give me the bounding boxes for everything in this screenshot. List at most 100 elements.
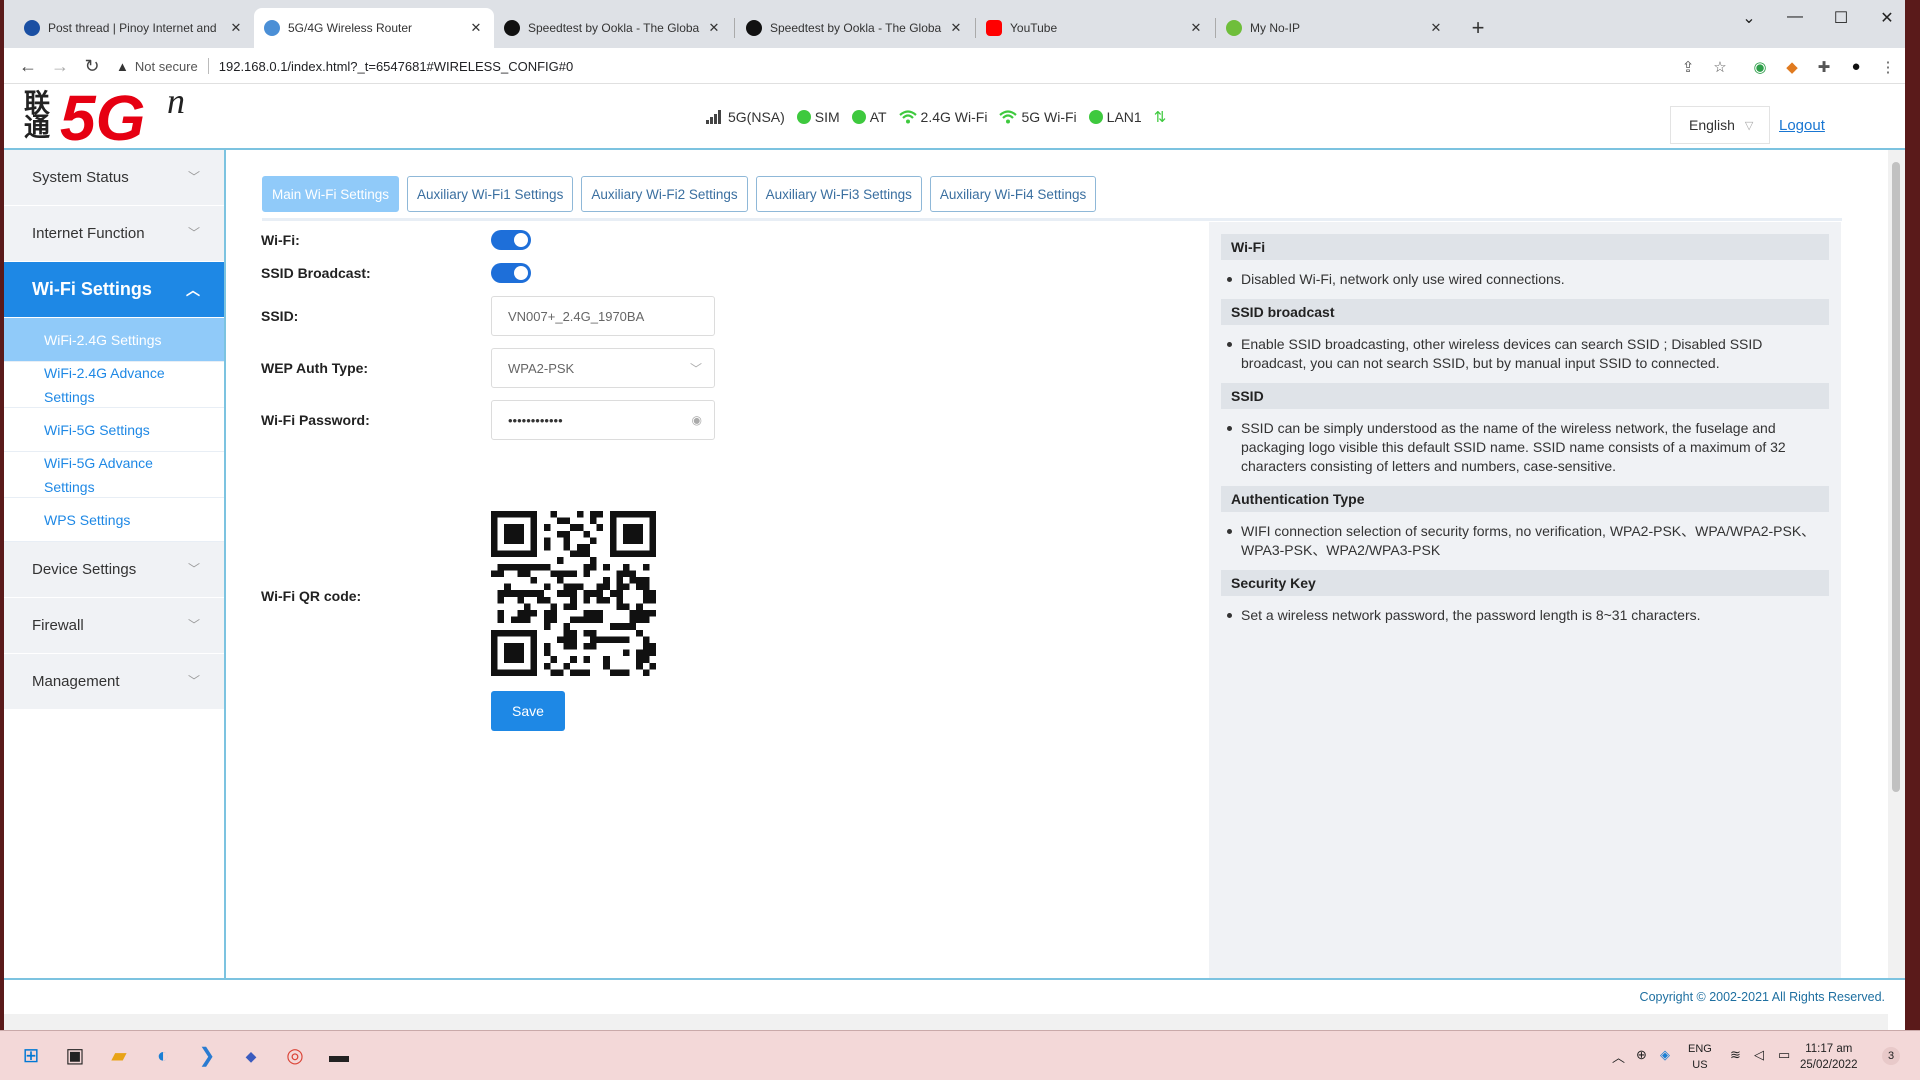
tab-search-icon[interactable]: ⌄ — [1734, 8, 1764, 28]
close-icon[interactable]: ✕ — [1428, 20, 1444, 36]
save-button[interactable]: Save — [491, 691, 565, 731]
new-tab-button[interactable]: + — [1464, 14, 1492, 42]
extensions-puzzle-icon[interactable]: ✚ — [1814, 58, 1834, 76]
wifi-qr-code — [491, 511, 656, 676]
sidebar-group-management[interactable]: Management ﹀ — [4, 654, 224, 710]
browser-tab-6[interactable]: My No-IP ✕ — [1216, 8, 1454, 48]
edge-icon[interactable]: ◐ — [148, 1041, 178, 1071]
wifi-tabs: Main Wi-Fi Settings Auxiliary Wi-Fi1 Set… — [262, 176, 1104, 212]
minimize-button[interactable]: — — [1780, 8, 1810, 26]
back-icon[interactable]: ← — [16, 54, 40, 78]
tab-favicon — [24, 20, 40, 36]
vertical-scrollbar[interactable] — [1888, 150, 1905, 978]
sidebar-item-wifi24-advance[interactable]: WiFi-2.4G Advance Settings — [4, 362, 224, 408]
browser-tab-5[interactable]: YouTube ✕ — [976, 8, 1214, 48]
help-body-ssid-broadcast: Enable SSID broadcasting, other wireless… — [1209, 325, 1841, 383]
notification-badge[interactable]: 3 — [1882, 1047, 1900, 1065]
close-window-button[interactable]: ✕ — [1872, 8, 1902, 28]
avatar[interactable]: ● — [1846, 58, 1866, 75]
help-title-security-key: Security Key — [1221, 570, 1829, 596]
logo-n: n — [167, 81, 185, 121]
chevron-down-icon: ﹀ — [187, 618, 200, 632]
extension-icon[interactable]: ◉ — [1750, 58, 1770, 76]
tab-aux-wifi3[interactable]: Auxiliary Wi-Fi3 Settings — [755, 176, 922, 212]
share-icon[interactable]: ⇪ — [1678, 58, 1698, 76]
task-view-icon[interactable]: ▣ — [60, 1041, 90, 1071]
wifi-icon — [999, 110, 1018, 124]
close-icon[interactable]: ✕ — [468, 20, 484, 36]
ssid-input[interactable]: VN007+_2.4G_1970BA — [491, 296, 715, 336]
auth-type-select[interactable]: WPA2-PSK ﹀ — [491, 348, 715, 388]
volume-icon[interactable]: ◁ — [1754, 1047, 1764, 1063]
windows-start-icon[interactable]: ⊞ — [16, 1041, 46, 1071]
sidebar-item-wifi5-advance[interactable]: WiFi-5G Advance Settings — [4, 452, 224, 498]
tab-aux-wifi2[interactable]: Auxiliary Wi-Fi2 Settings — [581, 176, 748, 212]
status-at: AT — [851, 109, 887, 125]
clock[interactable]: 11:17 am 25/02/2022 — [1800, 1041, 1858, 1073]
chrome-icon[interactable]: ◎ — [280, 1041, 310, 1071]
file-explorer-icon[interactable]: ▰ — [104, 1041, 134, 1071]
sidebar-item-wps-settings[interactable]: WPS Settings — [4, 498, 224, 542]
router-page: 联通 5G n 5G(NSA) SIM AT 2.4G Wi-Fi 5G Wi-… — [4, 81, 1905, 1030]
browser-tab-2[interactable]: 5G/4G Wireless Router ✕ — [254, 8, 494, 48]
tab-aux-wifi1[interactable]: Auxiliary Wi-Fi1 Settings — [407, 176, 574, 212]
vscode-icon[interactable]: ❯ — [192, 1041, 222, 1071]
status-lan: LAN1 — [1088, 109, 1142, 125]
router-footer: Copyright © 2002-2021 All Rights Reserve… — [4, 978, 1905, 1014]
status-dot-icon — [1088, 110, 1103, 124]
app-icon[interactable]: ◆ — [236, 1041, 266, 1071]
eye-icon[interactable]: ◉ — [692, 413, 702, 427]
sidebar-group-internet-function[interactable]: Internet Function ﹀ — [4, 206, 224, 262]
menu-kebab-icon[interactable]: ⋮ — [1878, 58, 1898, 76]
close-icon[interactable]: ✕ — [706, 20, 722, 36]
router-header: 联通 5G n 5G(NSA) SIM AT 2.4G Wi-Fi 5G Wi-… — [4, 81, 1905, 150]
maximize-button[interactable]: ☐ — [1826, 8, 1856, 28]
password-input[interactable]: •••••••••••• ◉ — [491, 400, 715, 440]
chevron-down-icon: ﹀ — [187, 226, 200, 240]
address-bar[interactable]: ▲ Not secure 192.168.0.1/index.html?_t=6… — [116, 52, 1691, 80]
ssid-broadcast-toggle[interactable] — [491, 263, 531, 283]
close-icon[interactable]: ✕ — [948, 20, 964, 36]
data-transfer-icon: ⇅ — [1153, 109, 1167, 126]
close-icon[interactable]: ✕ — [228, 20, 244, 36]
help-body-auth-type: WIFI connection selection of security fo… — [1209, 512, 1841, 570]
wifi-toggle[interactable] — [491, 230, 531, 250]
sidebar-group-system-status[interactable]: System Status ﹀ — [4, 150, 224, 206]
close-icon[interactable]: ✕ — [1188, 20, 1204, 36]
forward-icon[interactable]: → — [48, 54, 72, 78]
help-title-ssid: SSID — [1221, 383, 1829, 409]
terminal-icon[interactable]: ▬ — [324, 1041, 354, 1071]
tab-main-wifi[interactable]: Main Wi-Fi Settings — [262, 176, 400, 212]
sidebar-group-firewall[interactable]: Firewall ﹀ — [4, 598, 224, 654]
language-indicator[interactable]: ENG US — [1688, 1041, 1712, 1073]
logout-link[interactable]: Logout — [1779, 117, 1825, 134]
tab-favicon — [264, 20, 280, 36]
status-wifi5: 5G Wi-Fi — [999, 109, 1077, 125]
sidebar-item-wifi5-settings[interactable]: WiFi-5G Settings — [4, 408, 224, 452]
browser-tab-3[interactable]: Speedtest by Ookla - The Globa ✕ — [494, 8, 732, 48]
browser-window: Post thread | Pinoy Internet and ✕ 5G/4G… — [4, 0, 1905, 1030]
chevron-down-icon: ▽ — [1744, 119, 1754, 132]
wifi-icon — [898, 110, 917, 124]
horizontal-scrollbar[interactable] — [4, 1014, 1888, 1030]
sidebar-group-device-settings[interactable]: Device Settings ﹀ — [4, 542, 224, 598]
tray-network-icon[interactable]: ⊕ — [1636, 1047, 1647, 1063]
status-dot-icon — [796, 110, 811, 124]
chevron-down-icon: ﹀ — [187, 674, 200, 688]
reload-icon[interactable]: ↻ — [80, 54, 104, 78]
qr-code-label: Wi-Fi QR code: — [261, 588, 362, 604]
wifi-tray-icon[interactable]: ≋ — [1730, 1047, 1741, 1063]
password-label: Wi-Fi Password: — [261, 412, 370, 428]
sidebar-item-wifi24-settings[interactable]: WiFi-2.4G Settings — [4, 318, 224, 362]
browser-tab-4[interactable]: Speedtest by Ookla - The Globa ✕ — [736, 8, 974, 48]
battery-icon[interactable]: ▭ — [1778, 1047, 1790, 1063]
tab-aux-wifi4[interactable]: Auxiliary Wi-Fi4 Settings — [929, 176, 1097, 212]
bookmark-star-icon[interactable]: ☆ — [1710, 58, 1730, 76]
status-wifi24: 2.4G Wi-Fi — [898, 109, 987, 125]
tray-chevron-up-icon[interactable]: ︿ — [1612, 1047, 1625, 1066]
sidebar-group-wifi-settings[interactable]: Wi-Fi Settings ︿ — [4, 262, 224, 318]
language-select[interactable]: English ▽ — [1670, 106, 1770, 144]
metamask-icon[interactable]: ◆ — [1782, 58, 1802, 76]
browser-tab-1[interactable]: Post thread | Pinoy Internet and ✕ — [14, 8, 254, 48]
tray-shield-icon[interactable]: ◈ — [1660, 1047, 1670, 1063]
